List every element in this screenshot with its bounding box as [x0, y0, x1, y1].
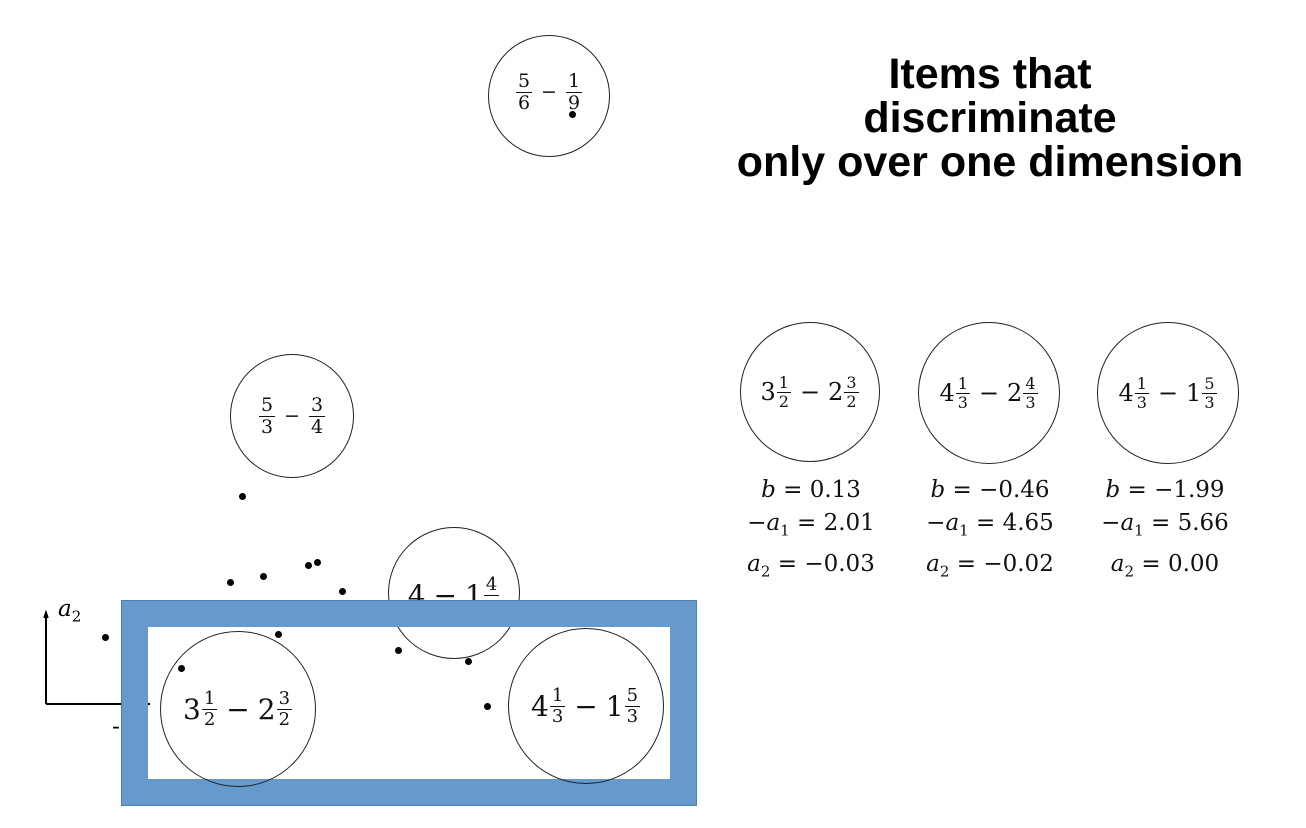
scatter-point [339, 588, 346, 595]
scatter-point [227, 579, 234, 586]
stats-item-3: b = −1.99 −a1 = 5.66 a2 = 0.00 [1101, 477, 1229, 581]
item-circle-boxed-left: 312 − 232 [160, 631, 316, 787]
item-circle-top: 56 − 19 [488, 35, 610, 157]
scatter-point [102, 634, 109, 641]
title-line-2: discriminate [863, 94, 1117, 142]
stats-item-1: b = 0.13 −a1 = 2.01 a2 = −0.03 [747, 477, 875, 581]
page-title: Items that discriminate only over one di… [700, 52, 1280, 184]
scatter-point [239, 493, 246, 500]
scatter-point [314, 559, 321, 566]
scatter-point [305, 562, 312, 569]
stats-item-2: b = −0.46 −a1 = 4.65 a2 = −0.02 [926, 477, 1054, 581]
title-line-3: only over one dimension [736, 138, 1244, 186]
y-axis-label: a2 [58, 596, 82, 626]
scatter-point [260, 573, 267, 580]
title-line-1: Items that [888, 50, 1092, 98]
item-circle-mid: 53 − 34 [230, 354, 354, 478]
item-circle-boxed-right: 413 − 153 [508, 628, 664, 784]
legend-circle-3: 413 − 153 [1097, 322, 1239, 464]
legend-circle-2: 413 − 243 [918, 322, 1060, 464]
legend-circle-1: 312 − 232 [740, 322, 880, 462]
